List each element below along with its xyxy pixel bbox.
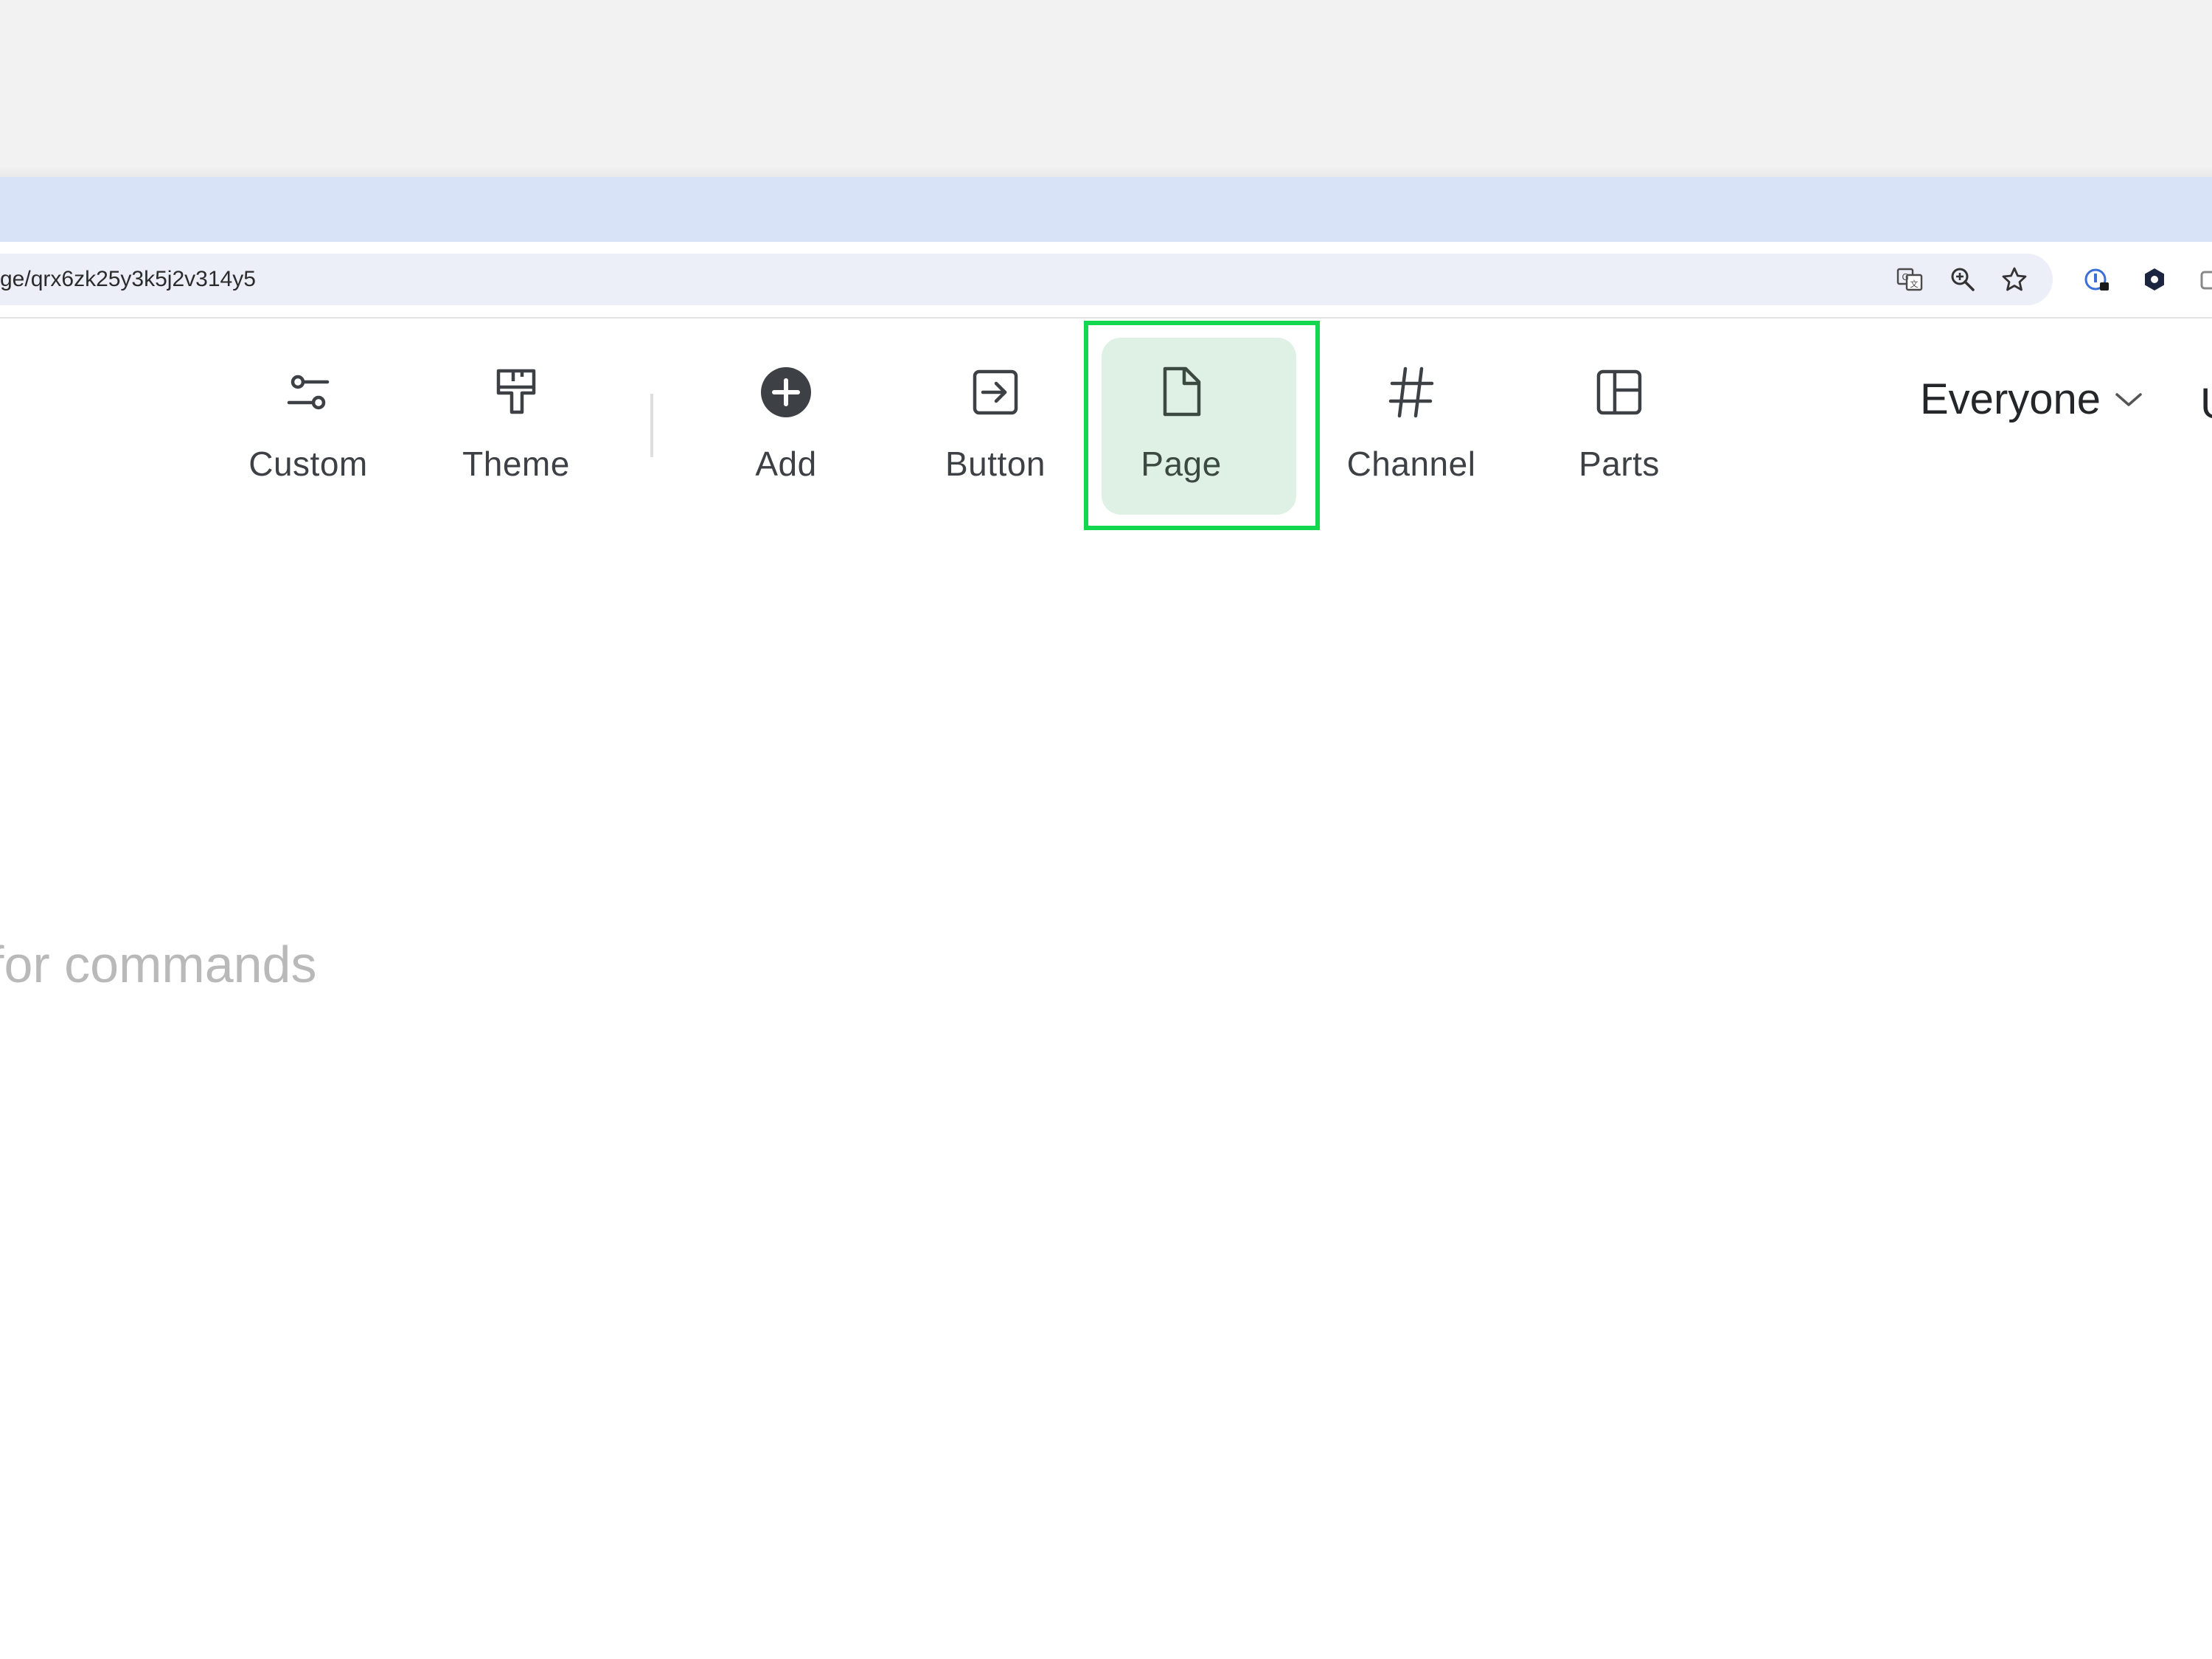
svg-text:G: G	[1902, 272, 1908, 282]
parts-label: Parts	[1579, 445, 1660, 483]
browser-tab-strip[interactable]	[0, 177, 2212, 242]
hash-icon	[1388, 366, 1434, 418]
editor-placeholder[interactable]: for commands	[0, 935, 316, 994]
plus-circle-icon	[761, 367, 811, 417]
audience-label: Everyone	[1920, 375, 2101, 423]
add-button[interactable]: Add	[683, 319, 889, 532]
extension-partial-icon[interactable]	[2200, 266, 2212, 293]
arrow-box-icon	[973, 369, 1018, 415]
paint-roller-icon	[496, 369, 536, 414]
sliders-icon	[287, 375, 330, 410]
translate-icon[interactable]: G 文	[1896, 266, 1923, 293]
parts-button[interactable]: Parts	[1516, 319, 1722, 532]
desktop-top-area	[0, 0, 2212, 175]
bookmark-star-icon[interactable]	[2001, 266, 2028, 293]
browser-toolbar: ge/qrx6zk25y3k5j2v314y5 G 文	[0, 242, 2212, 319]
custom-button[interactable]: Custom	[205, 319, 411, 532]
screen: ge/qrx6zk25y3k5j2v314y5 G 文 Custom Theme…	[0, 0, 2212, 1659]
svg-text:文: 文	[1910, 279, 1919, 289]
button-button[interactable]: Button	[892, 319, 1099, 532]
toolbar-divider	[650, 394, 653, 457]
layout-icon	[1596, 369, 1642, 415]
zoom-icon[interactable]	[1950, 266, 1976, 293]
chevron-down-icon	[2115, 392, 2142, 406]
address-bar[interactable]: ge/qrx6zk25y3k5j2v314y5 G 文	[0, 254, 2053, 305]
button-label: Button	[945, 445, 1046, 483]
audience-dropdown[interactable]: Everyone	[1920, 375, 2143, 424]
cut-off-element: U	[2200, 379, 2212, 428]
extension-hex-icon[interactable]	[2141, 266, 2168, 293]
address-url: ge/qrx6zk25y3k5j2v314y5	[0, 267, 256, 291]
window-shadow	[0, 167, 2212, 177]
channel-button[interactable]: Channel	[1308, 319, 1514, 532]
add-label: Add	[755, 445, 817, 483]
selection-highlight	[1084, 321, 1320, 530]
theme-button[interactable]: Theme	[413, 319, 619, 532]
custom-label: Custom	[248, 445, 368, 483]
channel-label: Channel	[1346, 445, 1476, 483]
theme-label: Theme	[462, 445, 570, 483]
password-manager-icon[interactable]	[2084, 266, 2110, 293]
